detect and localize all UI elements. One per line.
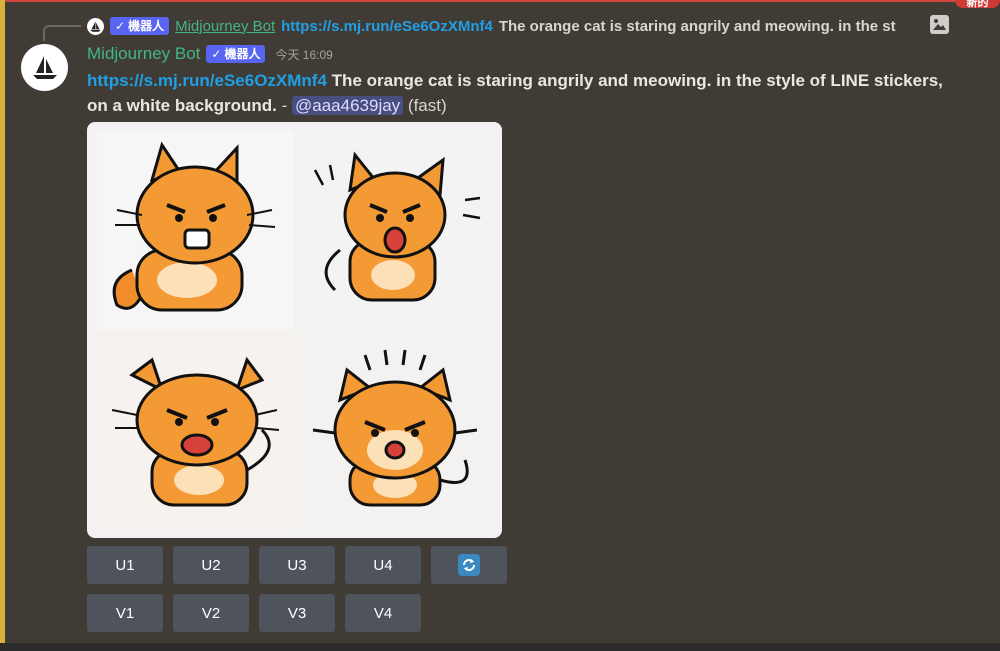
angry-cat-4-icon [312,349,478,507]
reply-link[interactable]: https://s.mj.run/eSe6OzXMnf4 [281,18,493,35]
image-icon[interactable] [930,15,949,34]
user-mention[interactable]: @aaa4639jay [292,96,404,115]
check-icon: ✓ [211,47,222,61]
sailboat-icon [90,20,101,32]
upscale-button-2[interactable]: U2 [173,546,249,584]
bottom-strip [0,643,1000,651]
reply-avatar[interactable] [87,17,104,35]
upscale-button-row: U1 U2 U3 U4 [87,546,507,584]
mode-label: (fast) [407,96,447,115]
new-messages-divider [0,0,1000,2]
generated-image-grid[interactable] [87,122,502,538]
sailboat-icon [32,55,57,79]
variation-button-row: V1 V2 V3 V4 [87,594,421,632]
message-header: Midjourney Bot ✓ 機器人 今天 16:09 [87,43,333,65]
image-cell-4 [295,330,492,530]
upscale-button-1[interactable]: U1 [87,546,163,584]
new-badge: 新的 [955,0,1000,9]
mention-highlight-bar [0,0,5,643]
image-cell-3 [97,330,294,530]
bot-avatar[interactable] [21,44,68,91]
variation-button-3[interactable]: V3 [259,594,335,632]
reply-spine [43,25,81,41]
reply-bot-tag: ✓ 機器人 [110,17,170,35]
message-content: https://s.mj.run/eSe6OzXMnf4 The orange … [87,68,967,118]
image-cell-1 [97,130,294,330]
separator: - [281,96,288,115]
reply-text: The orange cat is staring angrily and me… [498,17,896,35]
angry-cat-1-icon [112,141,276,312]
image-cell-2 [295,130,492,330]
angry-cat-3-icon [111,356,280,507]
message-container: 新的 ✓ 機器人 Midjourney Bot https://s.mj.run… [0,0,1000,643]
bot-tag: ✓ 機器人 [206,45,266,63]
timestamp[interactable]: 今天 16:09 [275,46,332,63]
reply-preview[interactable]: ✓ 機器人 Midjourney Bot https://s.mj.run/eS… [87,15,967,37]
variation-button-1[interactable]: V1 [87,594,163,632]
reply-author[interactable]: Midjourney Bot [175,18,275,35]
variation-button-2[interactable]: V2 [173,594,249,632]
check-icon: ✓ [115,19,126,33]
reroll-button[interactable] [431,546,507,584]
reply-bot-tag-label: 機器人 [128,19,165,33]
refresh-icon [458,554,480,576]
upscale-button-4[interactable]: U4 [345,546,421,584]
author-name[interactable]: Midjourney Bot [87,44,200,64]
bot-tag-label: 機器人 [224,47,261,61]
angry-cat-2-icon [313,151,481,302]
prompt-link[interactable]: https://s.mj.run/eSe6OzXMnf4 [87,71,327,90]
variation-button-4[interactable]: V4 [345,594,421,632]
upscale-button-3[interactable]: U3 [259,546,335,584]
